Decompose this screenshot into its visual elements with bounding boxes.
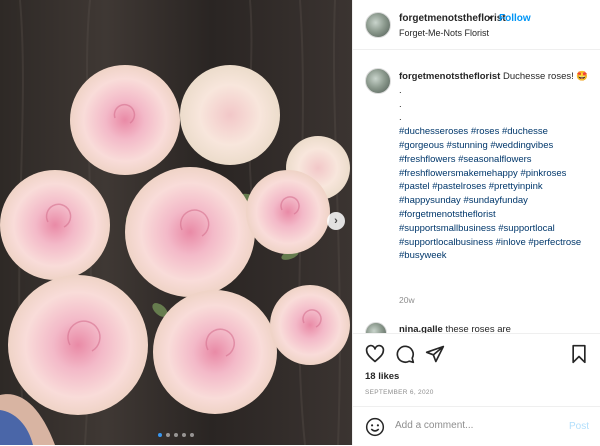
post-side-panel: forgetmenotstheflorist • Follow Forget-M…: [352, 0, 600, 445]
carousel-next-button[interactable]: ›: [327, 212, 345, 230]
share-icon[interactable]: [425, 344, 445, 364]
comment-icon[interactable]: [395, 344, 415, 364]
avatar[interactable]: [365, 12, 391, 38]
carousel-dots: [0, 433, 352, 437]
carousel-dot: [190, 433, 194, 437]
caption-avatar[interactable]: [365, 68, 391, 94]
post-photo[interactable]: ›: [0, 0, 352, 445]
post-date: SEPTEMBER 6, 2020: [365, 389, 434, 396]
comment-input[interactable]: [393, 419, 557, 432]
post-header: forgetmenotstheflorist • Follow Forget-M…: [353, 0, 600, 50]
caption-body: Duchesse roses! 🤩: [502, 71, 589, 82]
carousel-dot: [182, 433, 186, 437]
post-comment-button[interactable]: Post: [569, 421, 589, 432]
carousel-dot: [174, 433, 178, 437]
follow-button[interactable]: Follow: [499, 13, 531, 24]
separator-dot: •: [489, 13, 493, 24]
heart-icon[interactable]: [365, 344, 385, 364]
caption-spacer: .: [399, 98, 402, 110]
caption-text: forgetmenotstheflorist Duchesse roses! 🤩…: [399, 70, 593, 263]
caption-spacer: .: [399, 112, 402, 124]
caption-spacer: .: [399, 84, 402, 96]
carousel-dot: [166, 433, 170, 437]
post-actions: 18 likes SEPTEMBER 6, 2020 Post: [353, 333, 600, 445]
instagram-post: › forgetmenotstheflorist • Follow Forget…: [0, 0, 600, 445]
carousel-dot: [158, 433, 162, 437]
bookmark-icon[interactable]: [569, 344, 589, 364]
add-comment-bar: Post: [353, 406, 600, 446]
emoji-icon[interactable]: [365, 417, 385, 437]
caption-hashtags[interactable]: #duchesseroses #roses #duchesse #gorgeou…: [399, 125, 593, 263]
chevron-right-icon: ›: [334, 215, 338, 227]
account-subtitle: Forget-Me-Nots Florist: [399, 28, 490, 38]
caption-timestamp: 20w: [399, 295, 415, 305]
caption-username[interactable]: forgetmenotstheflorist: [399, 71, 500, 82]
likes-count[interactable]: 18 likes: [365, 371, 399, 382]
roses-photo: [0, 0, 352, 445]
